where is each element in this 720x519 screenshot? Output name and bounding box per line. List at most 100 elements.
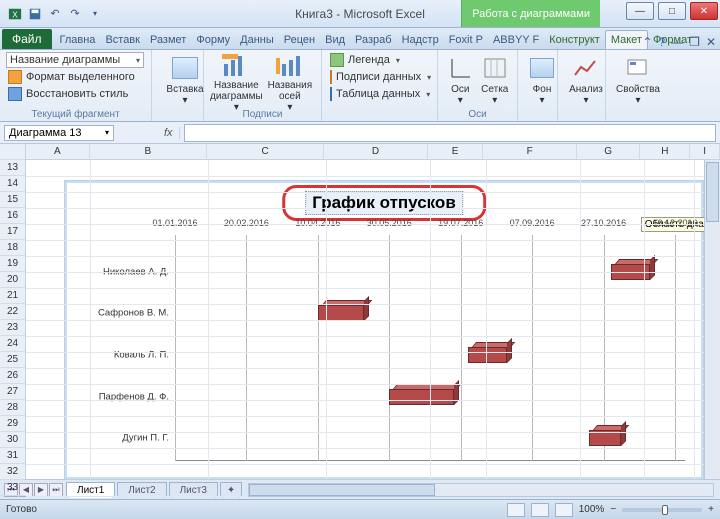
category-label: Сафронов В. М. xyxy=(98,308,175,319)
row-header[interactable]: 25 xyxy=(0,352,25,368)
properties-button[interactable]: Свойства▾ xyxy=(612,52,664,108)
sheet-nav-next[interactable]: ▶ xyxy=(34,483,48,497)
grid-area[interactable]: График отпусков Область диагр 01.01.2016… xyxy=(26,160,720,479)
horizontal-scrollbar[interactable] xyxy=(248,483,714,497)
vertical-scrollbar[interactable] xyxy=(704,160,720,479)
tab-layout[interactable]: Размет xyxy=(145,31,191,49)
plot-area-button[interactable]: Фон▾ xyxy=(524,52,560,108)
redo-icon[interactable]: ↷ xyxy=(66,5,84,23)
view-pagelayout-button[interactable] xyxy=(531,503,549,517)
tab-formulas[interactable]: Форму xyxy=(191,31,235,49)
sheet-nav-last[interactable]: ⏭ xyxy=(49,483,63,497)
formula-input[interactable] xyxy=(184,124,716,142)
group-label-axes: Оси xyxy=(438,108,517,121)
chart-title[interactable]: График отпусков xyxy=(305,191,463,215)
row-header[interactable]: 33 xyxy=(0,480,25,496)
minimize-ribbon-icon[interactable]: ⌃ xyxy=(642,35,652,49)
row-header[interactable]: 22 xyxy=(0,304,25,320)
legend-button[interactable]: Легенда▾ xyxy=(328,52,431,68)
column-header[interactable]: H xyxy=(640,144,690,159)
row-header[interactable]: 20 xyxy=(0,272,25,288)
maximize-button[interactable]: □ xyxy=(658,2,686,20)
tab-view[interactable]: Вид xyxy=(320,31,350,49)
file-tab[interactable]: Файл xyxy=(2,29,52,49)
x-tick-label: 16.12.2016 xyxy=(652,218,697,228)
undo-icon[interactable]: ↶ xyxy=(46,5,64,23)
data-table-button[interactable]: Таблица данных▾ xyxy=(328,86,431,102)
column-header[interactable]: D xyxy=(324,144,427,159)
column-header[interactable]: A xyxy=(26,144,90,159)
tab-insert[interactable]: Вставк xyxy=(100,31,145,49)
data-bar[interactable] xyxy=(318,305,364,321)
gridlines-button[interactable]: Сетка▾ xyxy=(479,52,512,108)
row-header[interactable]: 26 xyxy=(0,368,25,384)
column-header[interactable]: F xyxy=(483,144,576,159)
analysis-button[interactable]: Анализ▾ xyxy=(564,52,608,108)
tab-developer[interactable]: Разраб xyxy=(350,31,397,49)
column-header[interactable]: G xyxy=(577,144,641,159)
tab-home[interactable]: Главна xyxy=(55,31,101,49)
chart-title-button[interactable]: Название диаграммы▾ xyxy=(210,52,263,108)
view-normal-button[interactable] xyxy=(507,503,525,517)
fx-button[interactable]: fx xyxy=(158,127,180,139)
minimize-button[interactable]: — xyxy=(626,2,654,20)
row-header[interactable]: 14 xyxy=(0,176,25,192)
data-bar[interactable] xyxy=(468,347,507,363)
svg-text:X: X xyxy=(12,10,18,19)
row-header[interactable]: 19 xyxy=(0,256,25,272)
qat-more-icon[interactable]: ▾ xyxy=(86,5,104,23)
insert-label: Вставка xyxy=(166,84,203,95)
axes-button[interactable]: Оси▾ xyxy=(444,52,477,108)
row-header[interactable]: 23 xyxy=(0,320,25,336)
row-header[interactable]: 29 xyxy=(0,416,25,432)
save-icon[interactable] xyxy=(26,5,44,23)
wb-restore-icon[interactable]: ❐ xyxy=(689,35,700,49)
chart-element-combo[interactable]: Название диаграммы▾ xyxy=(6,52,144,68)
row-header[interactable]: 28 xyxy=(0,400,25,416)
row-header[interactable]: 15 xyxy=(0,192,25,208)
tab-review[interactable]: Рецен xyxy=(279,31,320,49)
axis-titles-button[interactable]: Названия осей▾ xyxy=(265,52,315,108)
data-table-label: Таблица данных xyxy=(336,88,420,100)
tab-addins[interactable]: Надстр xyxy=(397,31,444,49)
tab-data[interactable]: Данны xyxy=(235,31,279,49)
row-header[interactable]: 30 xyxy=(0,432,25,448)
format-selection-button[interactable]: Формат выделенного xyxy=(6,69,145,85)
column-header[interactable]: I xyxy=(690,144,720,159)
chart-object[interactable]: График отпусков Область диагр 01.01.2016… xyxy=(64,180,704,480)
tab-abbyy[interactable]: ABBYY F xyxy=(488,31,544,49)
vertical-scroll-thumb[interactable] xyxy=(706,162,719,222)
wb-minimize-icon[interactable]: — xyxy=(671,35,683,49)
zoom-thumb[interactable] xyxy=(662,505,668,515)
column-header[interactable]: B xyxy=(90,144,207,159)
name-box[interactable]: Диаграмма 13▾ xyxy=(4,125,114,141)
horizontal-scroll-thumb[interactable] xyxy=(249,484,434,496)
help-icon[interactable]: ? xyxy=(658,35,665,49)
row-header[interactable]: 24 xyxy=(0,336,25,352)
contextual-tab-header: Работа с диаграммами xyxy=(461,0,600,27)
close-button[interactable]: ✕ xyxy=(690,2,718,20)
tab-foxit[interactable]: Foxit P xyxy=(444,31,488,49)
row-header[interactable]: 31 xyxy=(0,448,25,464)
reset-style-button[interactable]: Восстановить стиль xyxy=(6,86,145,102)
ribbon-group-props: Свойства▾ xyxy=(606,50,662,121)
excel-icon[interactable]: X xyxy=(6,5,24,23)
data-labels-button[interactable]: Подписи данных▾ xyxy=(328,69,431,85)
row-header[interactable]: 16 xyxy=(0,208,25,224)
zoom-slider[interactable] xyxy=(622,508,702,512)
row-header[interactable]: 18 xyxy=(0,240,25,256)
column-header[interactable]: E xyxy=(428,144,484,159)
worksheet[interactable]: 1314151617181920212223242526272829303132… xyxy=(0,144,720,479)
column-header[interactable]: C xyxy=(207,144,324,159)
row-header[interactable]: 21 xyxy=(0,288,25,304)
wb-close-icon[interactable]: ✕ xyxy=(706,35,716,49)
view-pagebreak-button[interactable] xyxy=(555,503,573,517)
row-header[interactable]: 13 xyxy=(0,160,25,176)
tab-design[interactable]: Конструкт xyxy=(544,31,605,49)
analysis-label: Анализ xyxy=(569,84,603,95)
row-header[interactable]: 17 xyxy=(0,224,25,240)
row-header[interactable]: 32 xyxy=(0,464,25,480)
row-header[interactable]: 27 xyxy=(0,384,25,400)
data-bar[interactable] xyxy=(389,389,453,405)
group-label-current: Текущий фрагмент xyxy=(0,108,151,121)
